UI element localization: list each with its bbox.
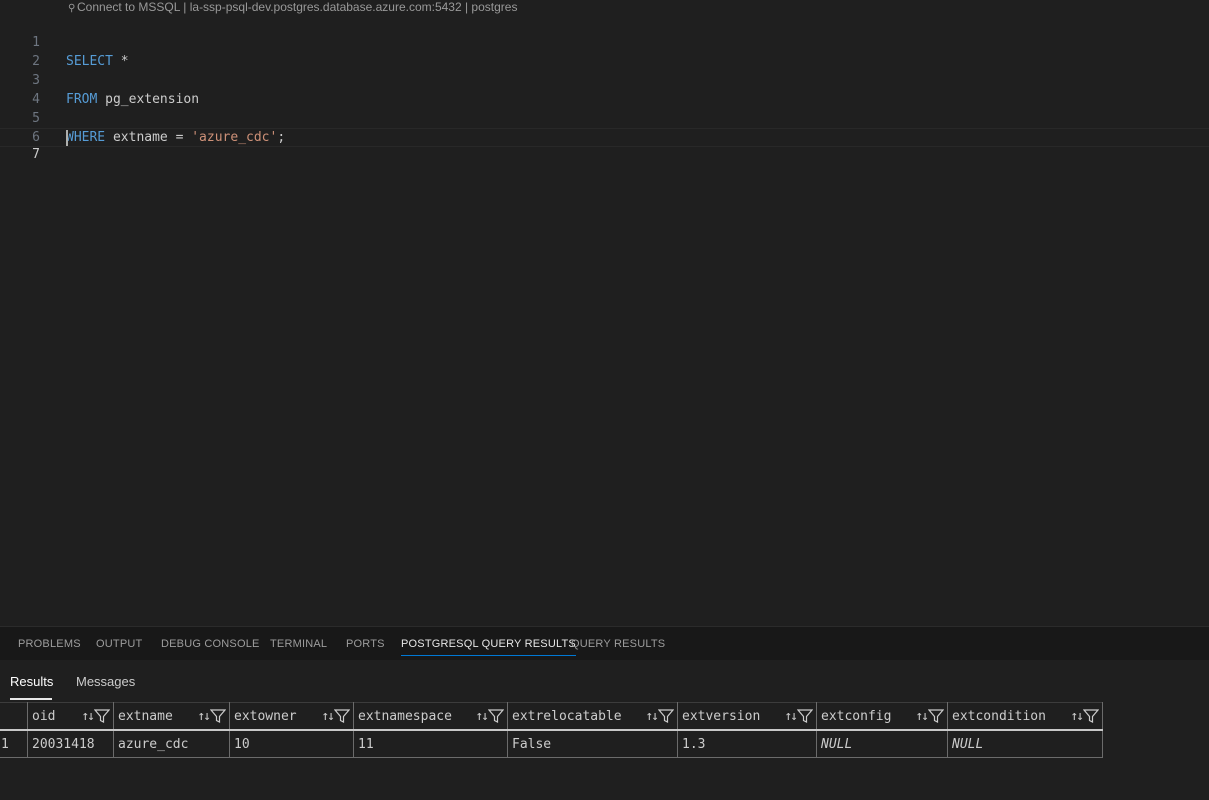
table-cell-null[interactable]: NULL <box>947 730 1103 758</box>
column-header[interactable]: extnamespace ↑↓ <box>353 702 508 731</box>
code-line[interactable]: 5 WHERE extname = 'azure_cdc'; <box>0 90 1209 145</box>
sort-icon[interactable]: ↑↓ <box>1070 709 1084 724</box>
column-header[interactable]: oid ↑↓ <box>27 702 114 731</box>
column-header-label: extname <box>118 708 173 724</box>
tab-postgresql-query-results[interactable]: POSTGRESQL QUERY RESULTS <box>401 638 576 656</box>
tab-output[interactable]: OUTPUT <box>96 638 142 650</box>
filter-icon[interactable] <box>1083 709 1099 723</box>
sql-editor[interactable]: ⚲ Connect to MSSQL | la-ssp-psql-dev.post… <box>0 0 1209 626</box>
line-number: 7 <box>32 147 40 162</box>
code-line[interactable]: 1 SELECT * <box>0 14 1209 69</box>
table-cell[interactable]: 10 <box>229 730 354 758</box>
table-cell[interactable]: 11 <box>353 730 508 758</box>
column-header[interactable]: extname ↑↓ <box>113 702 230 731</box>
code-line[interactable]: 4 <box>0 71 1209 107</box>
row-number: 1 <box>0 730 28 758</box>
column-header[interactable]: extconfig ↑↓ <box>816 702 948 731</box>
filter-icon[interactable] <box>658 709 674 723</box>
connection-info[interactable]: Connect to MSSQL | la-ssp-psql-dev.postg… <box>77 0 517 14</box>
sort-icon[interactable]: ↑↓ <box>197 709 211 724</box>
filter-icon[interactable] <box>797 709 813 723</box>
filter-icon[interactable] <box>928 709 944 723</box>
table-cell[interactable]: False <box>507 730 678 758</box>
row-number-header <box>0 702 28 731</box>
table-cell[interactable]: 20031418 <box>27 730 114 758</box>
tab-problems[interactable]: PROBLEMS <box>18 638 81 650</box>
filter-icon[interactable] <box>488 709 504 723</box>
column-header-label: extcondition <box>952 708 1046 724</box>
results-grid[interactable]: oid ↑↓ extname ↑↓ extowner ↑↓ extnamespace ↑… <box>0 702 1209 800</box>
tab-ports[interactable]: PORTS <box>346 638 385 650</box>
table-cell[interactable]: 1.3 <box>677 730 817 758</box>
column-header-label: oid <box>32 708 56 724</box>
sort-icon[interactable]: ↑↓ <box>645 709 659 724</box>
column-header[interactable]: extversion ↑↓ <box>677 702 817 731</box>
sort-icon[interactable]: ↑↓ <box>475 709 489 724</box>
column-header-label: extnamespace <box>358 708 452 724</box>
code-line[interactable]: 6 <box>0 109 1209 145</box>
filter-icon[interactable] <box>210 709 226 723</box>
text-cursor <box>66 130 68 146</box>
column-header-label: extversion <box>682 708 761 724</box>
filter-icon[interactable] <box>94 709 110 723</box>
connection-codelens[interactable]: ⚲ Connect to MSSQL | la-ssp-psql-dev.post… <box>68 0 517 14</box>
table-cell[interactable]: azure_cdc <box>113 730 230 758</box>
table-row[interactable]: 1 20031418 azure_cdc 10 11 False 1.3 NUL… <box>0 730 1103 758</box>
column-header-label: extowner <box>234 708 297 724</box>
sort-icon[interactable]: ↑↓ <box>915 709 929 724</box>
tab-messages[interactable]: Messages <box>76 674 135 689</box>
tab-terminal[interactable]: TERMINAL <box>270 638 327 650</box>
header-row: oid ↑↓ extname ↑↓ extowner ↑↓ extnamespace ↑… <box>0 702 1103 731</box>
active-subtab-indicator <box>10 698 52 700</box>
results-sub-tabs: Results Messages <box>0 660 1209 702</box>
code-line-active[interactable]: 7 <box>0 128 1209 162</box>
column-header-label: extrelocatable <box>512 708 622 724</box>
tab-debug-console[interactable]: DEBUG CONSOLE <box>161 638 260 650</box>
column-header[interactable]: extrelocatable ↑↓ <box>507 702 678 731</box>
table-cell-null[interactable]: NULL <box>816 730 948 758</box>
code-line[interactable]: 2 <box>0 33 1209 69</box>
column-header[interactable]: extcondition ↑↓ <box>947 702 1103 731</box>
tab-results[interactable]: Results <box>10 674 53 689</box>
code-line[interactable]: 3 FROM pg_extension <box>0 52 1209 107</box>
column-header[interactable]: extowner ↑↓ <box>229 702 354 731</box>
sort-icon[interactable]: ↑↓ <box>81 709 95 724</box>
panel-tab-bar: PROBLEMS OUTPUT DEBUG CONSOLE TERMINAL P… <box>0 626 1209 661</box>
results-table: oid ↑↓ extname ↑↓ extowner ↑↓ extnamespace ↑… <box>0 702 1103 758</box>
column-header-label: extconfig <box>821 708 892 724</box>
filter-icon[interactable] <box>334 709 350 723</box>
sort-icon[interactable]: ↑↓ <box>321 709 335 724</box>
bottom-panel: PROBLEMS OUTPUT DEBUG CONSOLE TERMINAL P… <box>0 626 1209 800</box>
tab-query-results[interactable]: QUERY RESULTS <box>571 638 665 650</box>
sort-icon[interactable]: ↑↓ <box>784 709 798 724</box>
